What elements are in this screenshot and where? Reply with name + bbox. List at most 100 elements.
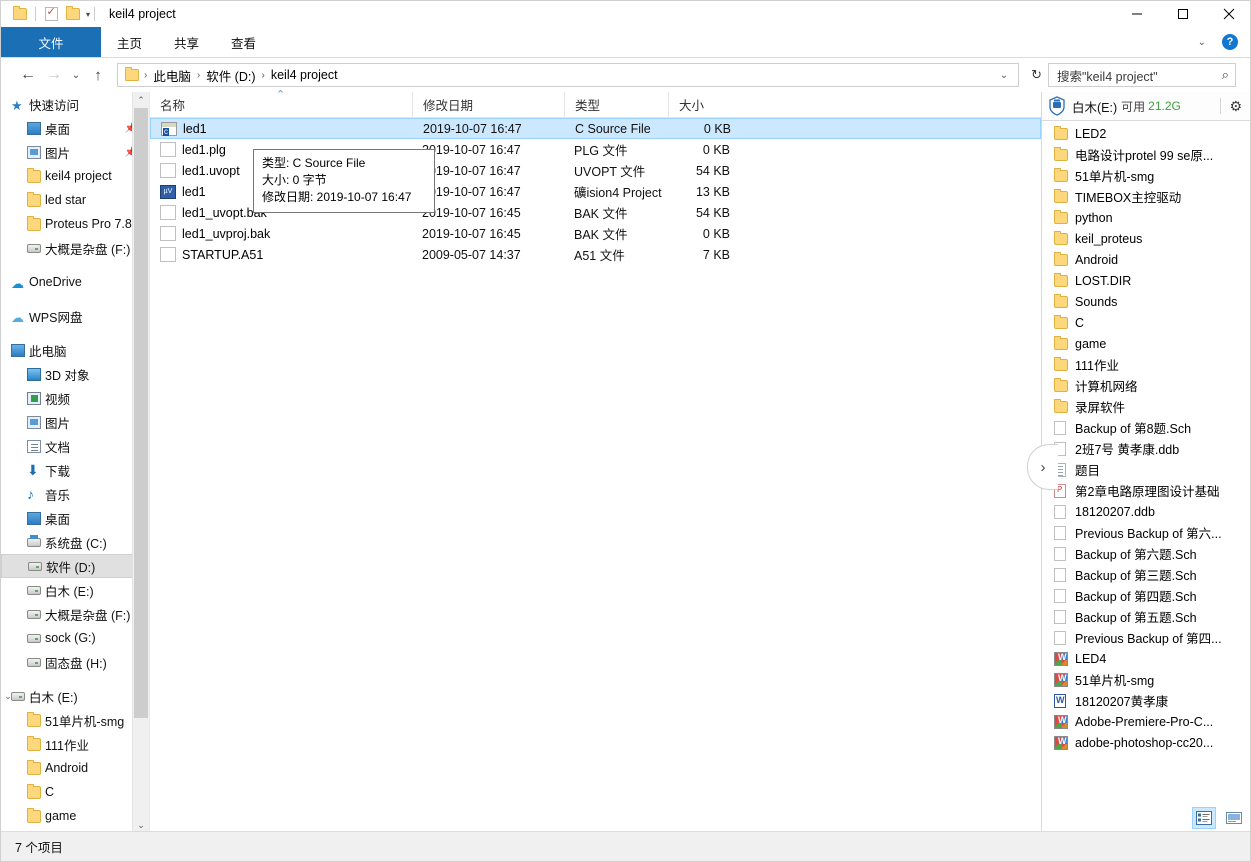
list-item[interactable]: 录屏软件 (1042, 396, 1250, 417)
sidebar-item-29[interactable]: 111作业 (1, 732, 149, 756)
breadcrumb-item-0[interactable]: 此电脑 (148, 66, 196, 85)
sidebar-item-13[interactable]: 3D 对象 (1, 362, 149, 386)
minimize-button[interactable] (1114, 1, 1160, 27)
list-item[interactable]: Previous Backup of 第四... (1042, 627, 1250, 648)
sidebar-item-5[interactable]: Proteus Pro 7.8 (1, 212, 149, 236)
sidebar-item-21[interactable]: 软件 (D:) (1, 554, 149, 578)
sidebar-item-2[interactable]: 图片 📌 (1, 140, 149, 164)
list-item[interactable]: TIMEBOX主控驱动 (1042, 186, 1250, 207)
sidebar-item-1[interactable]: 桌面 📌 (1, 116, 149, 140)
list-item[interactable]: Backup of 第四题.Sch (1042, 585, 1250, 606)
sidebar-item-27[interactable]: ⌄ 白木 (E:) (1, 684, 149, 708)
new-folder-icon[interactable] (62, 3, 84, 25)
list-item[interactable]: python (1042, 207, 1250, 228)
sidebar-item-6[interactable]: 大概是杂盘 (F:) (1, 236, 149, 260)
list-item[interactable]: Backup of 第五题.Sch (1042, 606, 1250, 627)
chevron-down-icon[interactable]: ⌄ (994, 70, 1014, 81)
maximize-button[interactable] (1160, 1, 1206, 27)
list-item[interactable]: adobe-photoshop-cc20... (1042, 732, 1250, 753)
breadcrumb[interactable]: › 此电脑 › 软件 (D:) › keil4 project ⌄ (117, 63, 1020, 87)
list-item[interactable]: LED2 (1042, 123, 1250, 144)
list-item[interactable]: Sounds (1042, 291, 1250, 312)
tab-file[interactable]: 文件 (1, 27, 101, 57)
list-item[interactable]: Backup of 第六题.Sch (1042, 543, 1250, 564)
refresh-button[interactable]: ↻ (1025, 67, 1048, 83)
large-icons-view-button[interactable] (1222, 807, 1246, 829)
column-header-size[interactable]: 大小 (668, 92, 742, 117)
list-item[interactable]: LED4 (1042, 648, 1250, 669)
table-row[interactable]: led1_uvproj.bak 2019-10-07 16:45 BAK 文件 0 K… (150, 223, 1041, 244)
tab-share[interactable]: 共享 (158, 27, 215, 57)
tab-home[interactable]: 主页 (101, 27, 158, 57)
sidebar-item-15[interactable]: 图片 (1, 410, 149, 434)
list-item[interactable]: 计算机网络 (1042, 375, 1250, 396)
list-item[interactable]: Adobe-Premiere-Pro-C... (1042, 711, 1250, 732)
list-item[interactable]: 2班7号 黄孝康.ddb (1042, 438, 1250, 459)
chevron-down-icon[interactable]: ▾ (86, 10, 90, 19)
scroll-up-icon[interactable]: ⌃ (133, 92, 149, 108)
list-item[interactable]: game (1042, 333, 1250, 354)
sidebar-item-16[interactable]: 文档 (1, 434, 149, 458)
navigation-scrollbar[interactable]: ⌃ ⌄ (132, 92, 149, 833)
recent-locations-icon[interactable]: ⌄ (67, 62, 85, 88)
sidebar-item-20[interactable]: 系统盘 (C:) (1, 530, 149, 554)
list-item[interactable]: Android (1042, 249, 1250, 270)
list-item[interactable]: Previous Backup of 第六... (1042, 522, 1250, 543)
list-item[interactable]: keil_proteus (1042, 228, 1250, 249)
list-item[interactable]: 电路设计protel 99 se原... (1042, 144, 1250, 165)
gear-icon[interactable]: ⚙ (1229, 98, 1242, 115)
sidebar-item-14[interactable]: 视频 (1, 386, 149, 410)
column-header-type[interactable]: 类型 (564, 92, 668, 117)
sidebar-item-12[interactable]: 此电脑 (1, 338, 149, 362)
list-item-label: C (1075, 315, 1085, 330)
sidebar-item-31[interactable]: C (1, 780, 149, 804)
list-item[interactable]: 18120207.ddb (1042, 501, 1250, 522)
sidebar-item-25[interactable]: 固态盘 (H:) (1, 650, 149, 674)
list-item[interactable]: Backup of 第三题.Sch (1042, 564, 1250, 585)
close-button[interactable] (1206, 1, 1250, 27)
chevron-down-icon[interactable]: ⌄ (1192, 37, 1212, 48)
list-item-label: Backup of 第8题.Sch (1075, 422, 1192, 436)
sidebar-item-24[interactable]: sock (G:) (1, 626, 149, 650)
list-item[interactable]: 111作业 (1042, 354, 1250, 375)
sidebar-item-10[interactable]: ☁ WPS网盘 (1, 304, 149, 328)
list-item[interactable]: Backup of 第8题.Sch (1042, 417, 1250, 438)
sidebar-item-8[interactable]: ☁ OneDrive (1, 270, 149, 294)
up-button[interactable]: ↑ (85, 62, 111, 88)
column-header-date[interactable]: 修改日期 (412, 92, 564, 117)
tab-view[interactable]: 查看 (215, 27, 272, 57)
list-item[interactable]: 18120207黄孝康 (1042, 690, 1250, 711)
scrollbar-thumb[interactable] (134, 108, 148, 718)
search-input[interactable]: 搜索"keil4 project" ⌕ (1048, 63, 1236, 87)
sidebar-item-22[interactable]: 白木 (E:) (1, 578, 149, 602)
sidebar-item-label: 桌面 (45, 512, 71, 527)
sidebar-item-30[interactable]: Android (1, 756, 149, 780)
list-item[interactable]: 题目 (1042, 459, 1250, 480)
breadcrumb-item-1[interactable]: 软件 (D:) (201, 66, 260, 85)
folder-icon[interactable] (9, 3, 31, 25)
sidebar-item-4[interactable]: led star (1, 188, 149, 212)
list-item[interactable]: 第2章电路原理图设计基础 (1042, 480, 1250, 501)
table-row[interactable]: STARTUP.A51 2009-05-07 14:37 A51 文件 7 KB (150, 244, 1041, 265)
properties-icon[interactable] (40, 3, 62, 25)
list-item[interactable]: 51单片机-smg (1042, 669, 1250, 690)
search-icon[interactable]: ⌕ (1222, 67, 1229, 83)
list-item[interactable]: C (1042, 312, 1250, 333)
list-item[interactable]: 51单片机-smg (1042, 165, 1250, 186)
breadcrumb-item-2[interactable]: keil4 project (266, 68, 343, 82)
column-header-name[interactable]: 名称 ⌃ (150, 89, 412, 117)
sidebar-item-32[interactable]: game (1, 804, 149, 828)
sidebar-item-17[interactable]: ⬇ 下载 (1, 458, 149, 482)
details-view-button[interactable] (1192, 807, 1216, 829)
back-button[interactable]: ← (15, 62, 41, 88)
forward-button[interactable]: → (41, 62, 67, 88)
help-icon[interactable]: ? (1222, 34, 1238, 50)
sidebar-item-19[interactable]: 桌面 (1, 506, 149, 530)
sidebar-item-28[interactable]: 51单片机-smg (1, 708, 149, 732)
sidebar-item-3[interactable]: keil4 project (1, 164, 149, 188)
sidebar-item-23[interactable]: 大概是杂盘 (F:) (1, 602, 149, 626)
sidebar-item-0[interactable]: ★ 快速访问 (1, 92, 149, 116)
table-row[interactable]: led1 2019-10-07 16:47 C Source File 0 KB (150, 118, 1041, 139)
sidebar-item-18[interactable]: ♪ 音乐 (1, 482, 149, 506)
list-item[interactable]: LOST.DIR (1042, 270, 1250, 291)
